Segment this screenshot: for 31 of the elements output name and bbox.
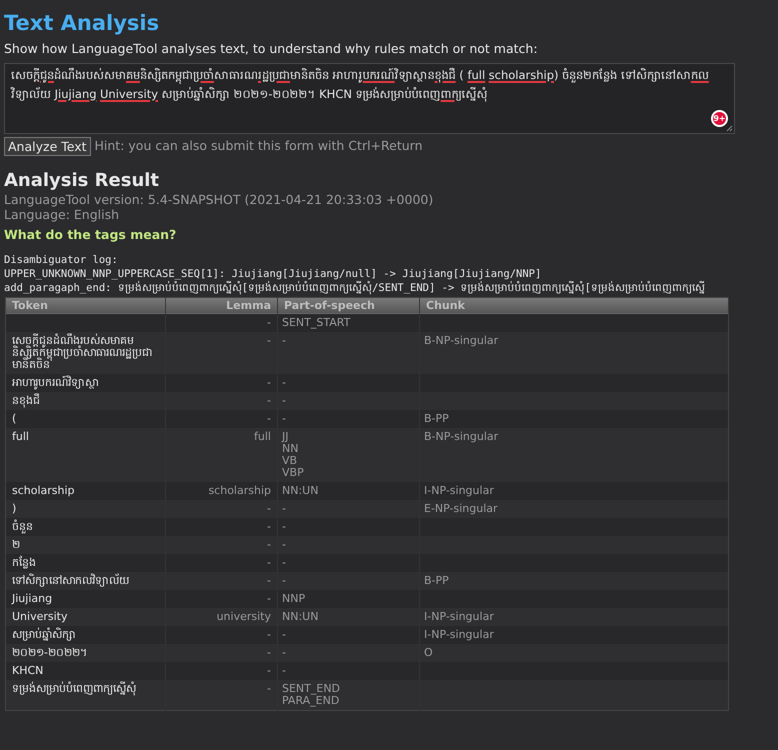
page-title: Text Analysis [4, 10, 160, 36]
column-header: Chunk [420, 297, 728, 314]
chunk-cell: I-NP-singular [420, 608, 728, 626]
tags-help-link[interactable]: What do the tags mean? [4, 226, 176, 244]
error-count-badge[interactable]: 9+ [711, 110, 728, 127]
input-text: សេចក្តីជូនដំណឹងរបស់សមាគមនិស្សិតកម្ពុជាប្រចាំសាធារណរដ្ឋប្រជាមានិតចិន អាហារូបករណ៍វិទ្យាស្ថានខុងជឺ ( full scholarship) ចំនួន២កន្លែង ទៅសិក្សានៅសាកល វិទ្យាល័យ Jiujiang University សម្រាប់ឆ្នាំសិក្សា ២០២១-២០២២។ KHCN ទម្រង់សម្រាប់បំពេញពាក្យស្នើសុំ [11, 66, 710, 104]
intro-text: Show how LanguageTool analyses text, to understand why rules match or not match: [4, 40, 539, 58]
column-header: Token [6, 297, 166, 314]
chunk-cell: I-NP-singular [420, 626, 728, 644]
version-text: LanguageTool version: 5.4-SNAPSHOT (2021-04-21 20:33:03 +0000) [4, 192, 434, 207]
language-text: Language: English [4, 206, 120, 222]
chunk-cell: B-PP [420, 410, 728, 428]
log-line: UPPER_UNKNOWN_NNP_UPPERCASE_SEQ[1]: Jiujiang[Jiujiang/null] -> Jiujiang[Jiujiang/NNP] [4, 266, 542, 280]
chunk-cell: O [420, 644, 728, 662]
chunk-cell: E-NP-singular [420, 500, 728, 518]
analyze-text-button[interactable]: Analyze Text [4, 136, 91, 156]
chunk-cell: B-NP-singular [420, 332, 728, 374]
text-input-field[interactable] [4, 62, 735, 134]
lemma-cell: - [166, 680, 278, 710]
resize-grip-icon[interactable] [726, 124, 733, 132]
column-header: Part-of-speech [278, 297, 420, 314]
chunk-cell: B-NP-singular [420, 428, 728, 482]
token-cell: ទម្រង់សម្រាប់បំពេញពាក្យស្នើសុំ [6, 680, 166, 710]
hint-text: Hint: you can also submit this form with Ctrl+Return [94, 136, 423, 155]
column-header: Lemma [166, 297, 278, 314]
result-title: Analysis Result [4, 170, 160, 192]
chunk-cell: I-NP-singular [420, 482, 728, 500]
pos-cell: SENT_END PARA_END [278, 680, 420, 710]
log-line: add_paragaph_end: ទម្រង់សម្រាប់បំពេញពាក្យស្នើសុំ[ទម្រង់សម្រាប់បំពេញពាក្យស្នើសុំ/SENT_END] -> ទម្រង់សម្រាប់បំពេញពាក្យស្នើសុំ[ទម្រង់សម្រាប់បំពេញពាក្យស្នើ [4, 280, 705, 294]
log-line: Disambiguator log: [4, 252, 118, 266]
chunk-cell: B-PP [420, 572, 728, 590]
